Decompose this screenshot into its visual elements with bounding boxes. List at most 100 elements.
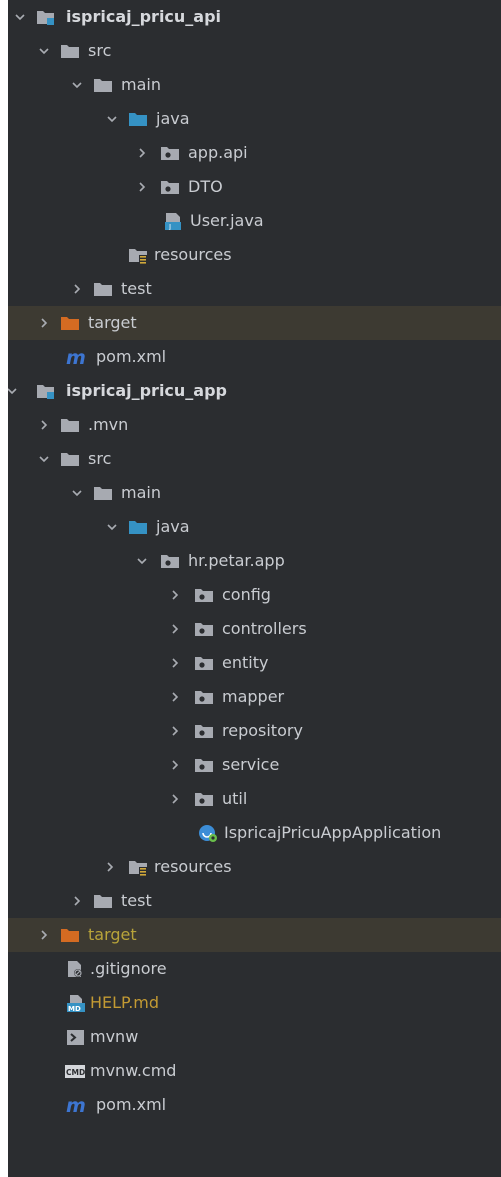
- tree-item-ispricaj-pricu-app[interactable]: ispricaj_pricu_app: [8, 374, 501, 408]
- tree-item-label: controllers: [222, 619, 307, 638]
- chevron-right-icon[interactable]: [38, 419, 50, 431]
- chevron-right-icon[interactable]: [169, 589, 181, 601]
- maven-icon: m: [66, 1096, 86, 1114]
- tree-item-resources[interactable]: resources: [8, 238, 501, 272]
- package-icon: [195, 589, 213, 602]
- tree-item-java[interactable]: java: [8, 510, 501, 544]
- chevron-down-icon[interactable]: [106, 113, 118, 125]
- chevron-right-icon[interactable]: [71, 283, 83, 295]
- tree-item-controllers[interactable]: controllers: [8, 612, 501, 646]
- chevron-right-icon[interactable]: [169, 623, 181, 635]
- chevron-right-icon[interactable]: [71, 895, 83, 907]
- package-icon: [195, 623, 213, 636]
- tree-item-mvnw[interactable]: mvnw: [8, 1020, 501, 1054]
- tree-item-test[interactable]: test: [8, 884, 501, 918]
- tree-item-ispricaj-pricu-app-application[interactable]: IspricajPricuAppApplication: [8, 816, 501, 850]
- tree-item-label: java: [156, 109, 190, 128]
- package-icon: [195, 691, 213, 704]
- chevron-down-icon[interactable]: [71, 487, 83, 499]
- tree-item-label: resources: [154, 857, 232, 876]
- svg-text:J: J: [168, 223, 171, 230]
- package-icon: [161, 147, 179, 160]
- tree-item-entity[interactable]: entity: [8, 646, 501, 680]
- package-icon: [195, 793, 213, 806]
- tree-item-pom-xml[interactable]: m pom.xml: [8, 1088, 501, 1122]
- gitignore-file-icon: [68, 961, 82, 977]
- package-icon: [161, 181, 179, 194]
- tree-item-label: app.api: [188, 143, 248, 162]
- tree-item-label: HELP.md: [90, 993, 160, 1012]
- tree-item-mapper[interactable]: mapper: [8, 680, 501, 714]
- folder-icon: [61, 45, 79, 58]
- resources-folder-icon: [129, 249, 147, 264]
- tree-item-test[interactable]: test: [8, 272, 501, 306]
- tree-item-label: src: [88, 41, 112, 60]
- folder-icon: [94, 283, 112, 296]
- tree-item-target[interactable]: target: [8, 918, 501, 952]
- package-icon: [195, 759, 213, 772]
- tree-item-main[interactable]: main: [8, 476, 501, 510]
- tree-item-java[interactable]: java: [8, 102, 501, 136]
- tree-item-pom-xml[interactable]: m pom.xml: [8, 340, 501, 374]
- chevron-right-icon[interactable]: [169, 793, 181, 805]
- tree-item-hr-petar-app[interactable]: hr.petar.app: [8, 544, 501, 578]
- tree-item-repository[interactable]: repository: [8, 714, 501, 748]
- folder-icon: [61, 453, 79, 466]
- chevron-right-icon[interactable]: [169, 725, 181, 737]
- chevron-down-icon[interactable]: [38, 453, 50, 465]
- chevron-right-icon[interactable]: [38, 317, 50, 329]
- tree-item-label: pom.xml: [96, 1095, 167, 1114]
- tree-item-gitignore[interactable]: .gitignore: [8, 952, 501, 986]
- tree-item-service[interactable]: service: [8, 748, 501, 782]
- chevron-right-icon[interactable]: [169, 759, 181, 771]
- tree-item-label: ispricaj_pricu_api: [66, 7, 222, 26]
- tree-item-util[interactable]: util: [8, 782, 501, 816]
- chevron-right-icon[interactable]: [136, 147, 148, 159]
- tree-item-src[interactable]: src: [8, 34, 501, 68]
- chevron-down-icon[interactable]: [38, 45, 50, 57]
- tree-item-config[interactable]: config: [8, 578, 501, 612]
- chevron-right-icon[interactable]: [169, 657, 181, 669]
- tree-item-mvn[interactable]: .mvn: [8, 408, 501, 442]
- chevron-down-icon[interactable]: [106, 521, 118, 533]
- chevron-down-icon[interactable]: [136, 555, 148, 567]
- folder-icon: [94, 895, 112, 908]
- tree-item-label: src: [88, 449, 112, 468]
- chevron-right-icon[interactable]: [136, 181, 148, 193]
- chevron-down-icon[interactable]: [71, 79, 83, 91]
- tree-item-main[interactable]: main: [8, 68, 501, 102]
- tree-item-mvnw-cmd[interactable]: CMD mvnw.cmd: [8, 1054, 501, 1088]
- tree-item-ispricaj-pricu-api[interactable]: ispricaj_pricu_api: [8, 0, 501, 34]
- tree-item-label: main: [121, 75, 161, 94]
- tree-item-label: DTO: [188, 177, 223, 196]
- folder-icon: [94, 487, 112, 500]
- tree-item-label: test: [121, 891, 152, 910]
- chevron-right-icon[interactable]: [104, 861, 116, 873]
- shell-script-icon: [67, 1030, 84, 1045]
- chevron-right-icon[interactable]: [169, 691, 181, 703]
- tree-item-label: target: [88, 313, 137, 332]
- spring-boot-class-icon: [199, 825, 217, 842]
- tree-item-help-md[interactable]: MD HELP.md: [8, 986, 501, 1020]
- module-folder-icon: [37, 11, 54, 25]
- resources-folder-icon: [129, 861, 147, 876]
- chevron-down-icon[interactable]: [14, 11, 26, 23]
- tree-item-app-api[interactable]: app.api: [8, 136, 501, 170]
- java-file-icon: J: [165, 213, 181, 230]
- tree-item-resources[interactable]: resources: [8, 850, 501, 884]
- tree-item-label: util: [222, 789, 248, 808]
- tree-item-user-java[interactable]: J User.java: [8, 204, 501, 238]
- tree-item-label: service: [222, 755, 280, 774]
- tree-item-target[interactable]: target: [8, 306, 501, 340]
- chevron-down-icon[interactable]: [8, 385, 18, 397]
- tree-item-label: .mvn: [88, 415, 129, 434]
- tree-item-label: User.java: [190, 211, 264, 230]
- markdown-file-icon: MD: [67, 995, 85, 1012]
- tree-item-label: repository: [222, 721, 303, 740]
- package-icon: [195, 657, 213, 670]
- svg-text:CMD: CMD: [66, 1068, 85, 1077]
- tree-item-label: test: [121, 279, 152, 298]
- tree-item-dto[interactable]: DTO: [8, 170, 501, 204]
- tree-item-src[interactable]: src: [8, 442, 501, 476]
- chevron-right-icon[interactable]: [38, 929, 50, 941]
